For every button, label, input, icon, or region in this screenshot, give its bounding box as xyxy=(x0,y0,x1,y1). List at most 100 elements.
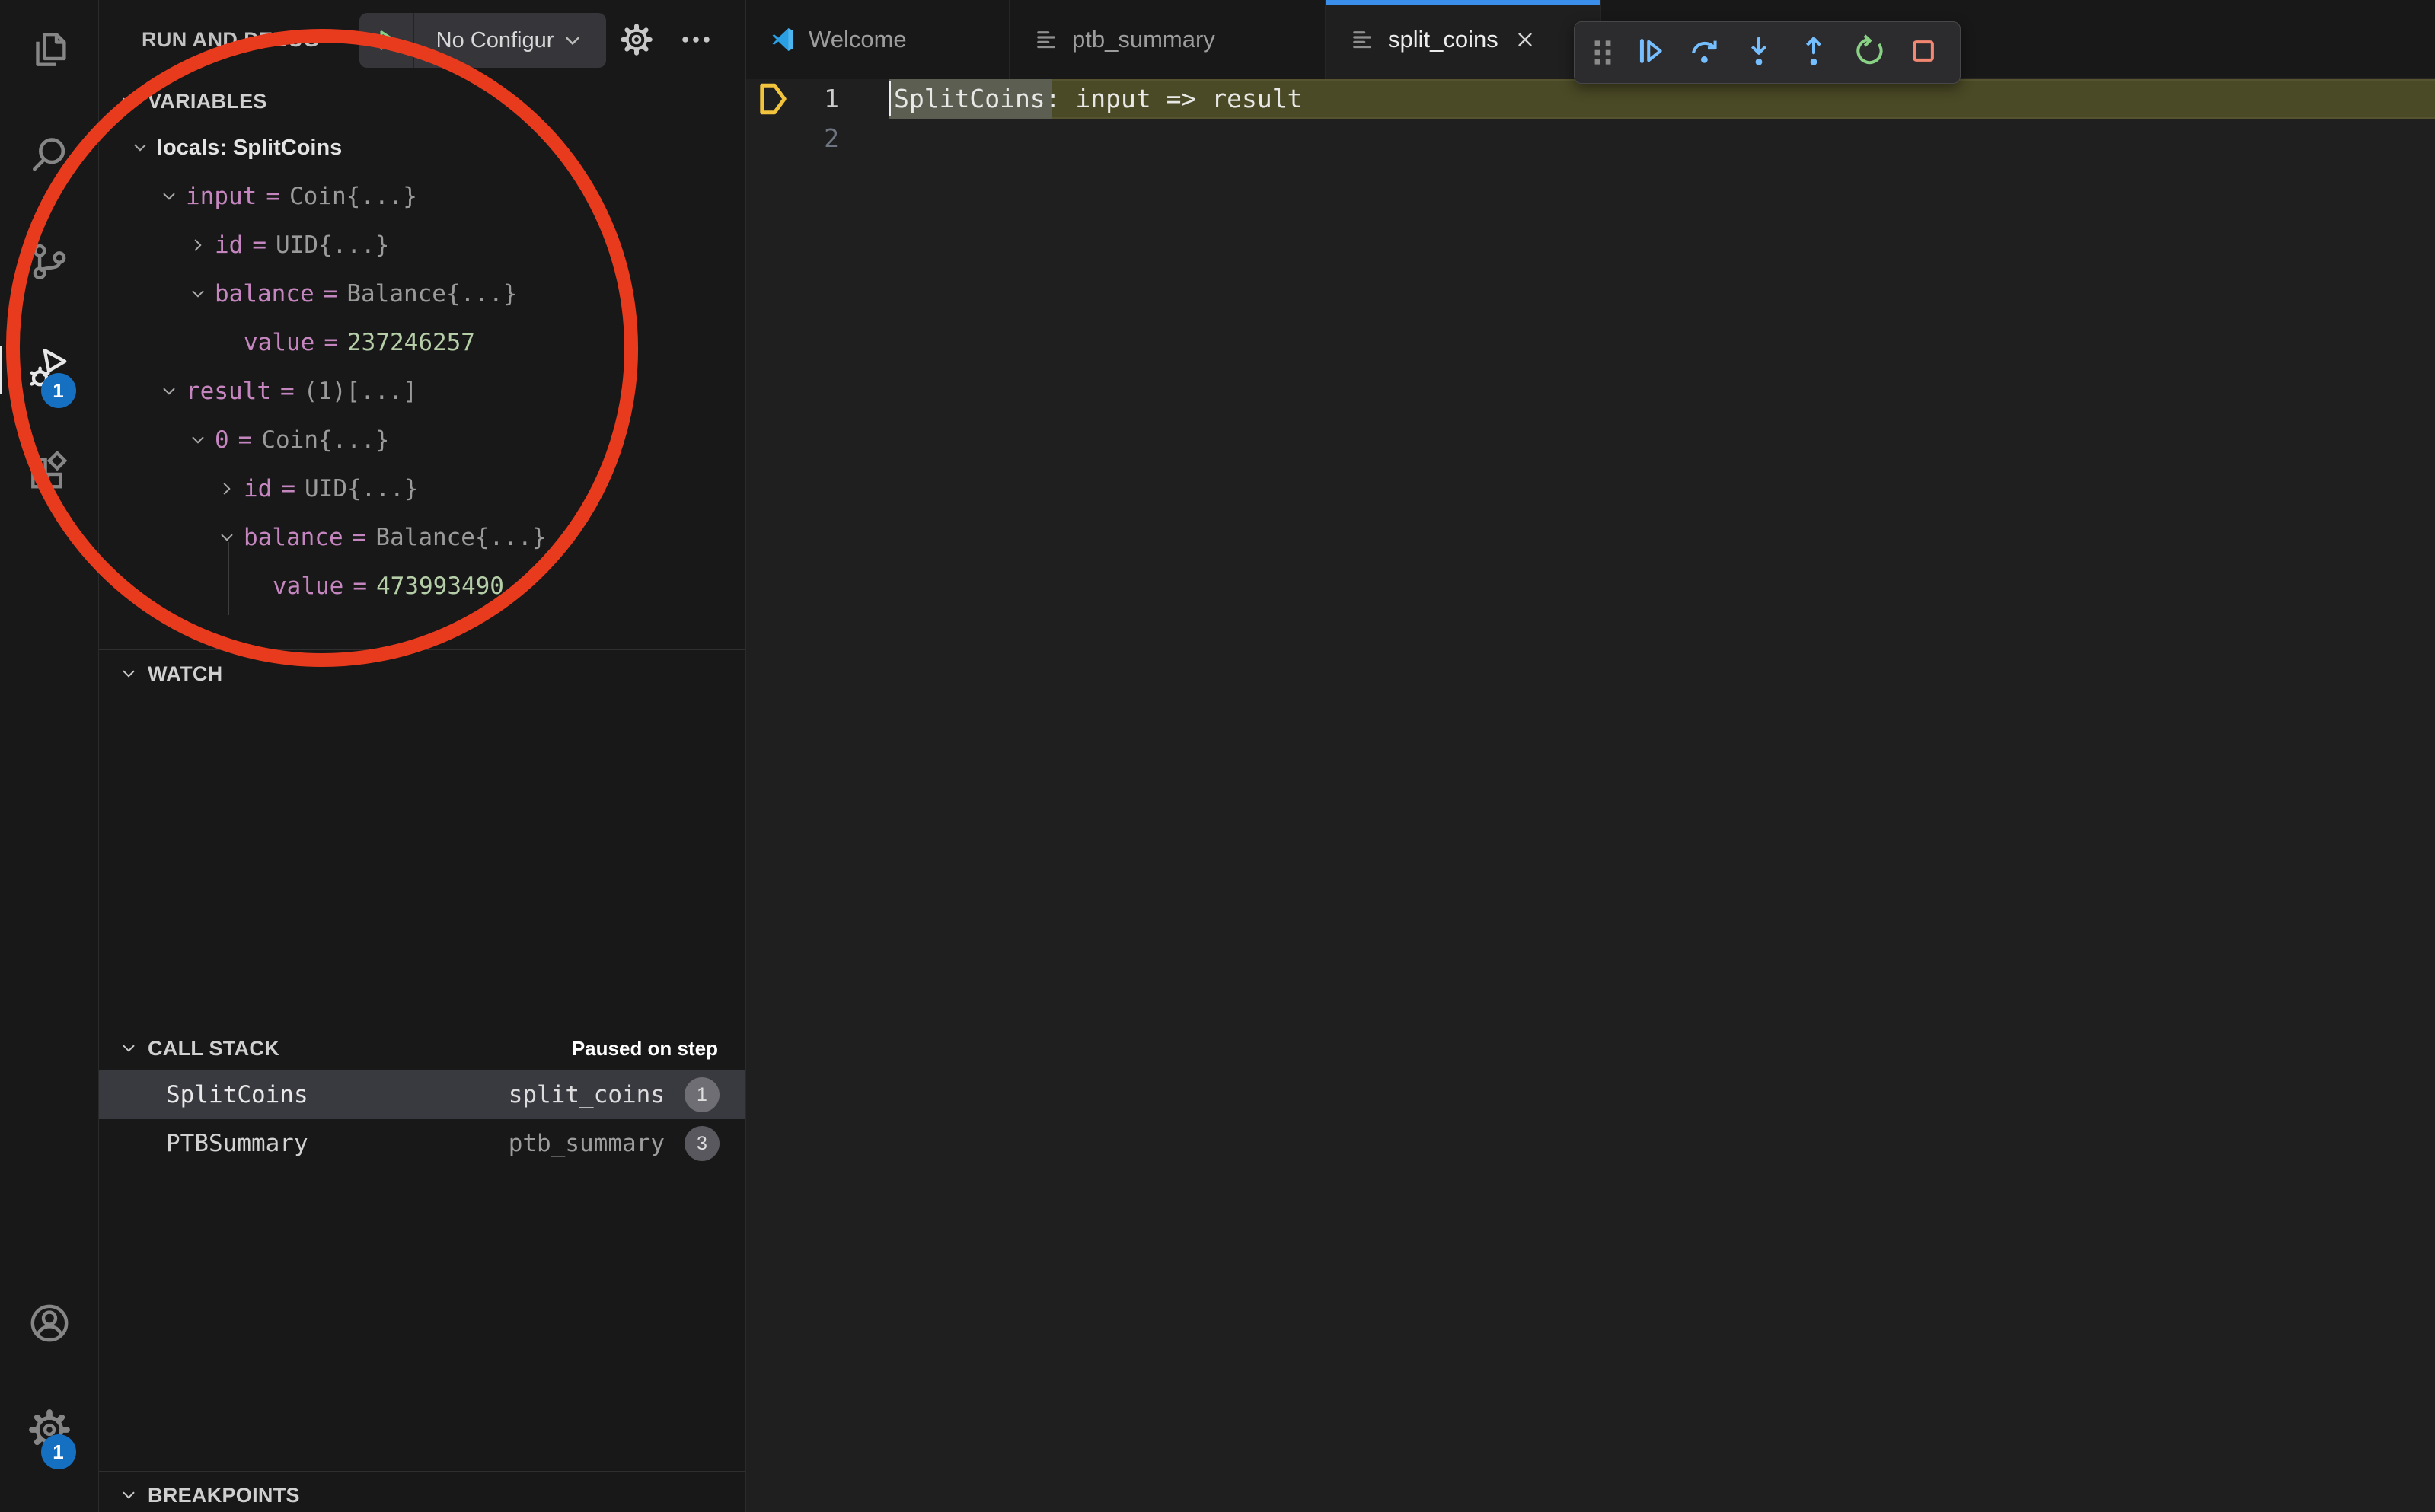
step-into-button[interactable] xyxy=(1734,28,1783,77)
sidebar-item-source-control[interactable] xyxy=(0,225,99,301)
frame-file: ptb_summary xyxy=(509,1130,665,1157)
sidebar-item-extensions[interactable] xyxy=(0,439,99,515)
variable-row-id[interactable]: id=UID{...} xyxy=(99,221,745,270)
breakpoints-section-label: BREAKPOINTS xyxy=(148,1484,300,1507)
chevron-down-icon[interactable] xyxy=(213,528,241,547)
variable-name: 0 xyxy=(215,426,229,454)
call-stack-frame-splitcoins[interactable]: SplitCoins split_coins 1 xyxy=(99,1070,745,1119)
config-dropdown-label: No Configur xyxy=(436,28,554,53)
sidebar-item-settings[interactable]: 1 xyxy=(0,1393,99,1469)
breakpoints-section-header[interactable]: BREAKPOINTS xyxy=(99,1472,745,1512)
chevron-down-icon[interactable] xyxy=(184,284,212,304)
equals-sign: = xyxy=(324,280,338,308)
extensions-icon xyxy=(26,451,73,502)
scope-label: locals: SplitCoins xyxy=(157,136,342,161)
toolbar-drag-handle[interactable] xyxy=(1590,33,1616,72)
continue-button[interactable] xyxy=(1625,28,1674,77)
tab-label: split_coins xyxy=(1388,26,1498,53)
tab-welcome[interactable]: Welcome xyxy=(746,0,1010,79)
chevron-down-icon[interactable] xyxy=(126,138,154,158)
sidebar-header: RUN AND DEBUG No Configur xyxy=(99,0,745,79)
close-icon[interactable] xyxy=(1514,28,1537,51)
code-line-2: 2 xyxy=(746,119,2435,158)
equals-sign: = xyxy=(266,183,280,210)
variable-row-value[interactable]: value=237246257 xyxy=(99,318,745,367)
gripper-icon xyxy=(1590,33,1616,72)
chevron-down-icon[interactable] xyxy=(184,430,212,450)
text-cursor xyxy=(889,81,891,116)
chevron-down-icon[interactable] xyxy=(155,187,183,206)
variable-value: Coin{...} xyxy=(261,426,389,454)
code-text: SplitCoins: input => result xyxy=(894,79,1302,119)
frame-name: PTBSummary xyxy=(166,1130,308,1157)
variable-row-balance[interactable]: balance=Balance{...} xyxy=(99,270,745,318)
chevron-down-icon[interactable] xyxy=(155,381,183,401)
code-word-splitcoins: SplitCoins xyxy=(894,84,1045,113)
tab-split_coins[interactable]: split_coins xyxy=(1326,0,1601,79)
variable-row-locals-splitcoins[interactable]: locals: SplitCoins xyxy=(99,123,745,172)
list-file-icon xyxy=(1032,26,1060,53)
debug-toolbar xyxy=(1574,21,1961,84)
variable-name: input xyxy=(186,183,257,210)
variable-row-balance[interactable]: balance=Balance{...} xyxy=(99,513,745,562)
equals-sign: = xyxy=(238,426,253,454)
frame-name: SplitCoins xyxy=(166,1081,308,1108)
equals-sign: = xyxy=(353,573,367,600)
line-number: 2 xyxy=(746,119,839,158)
chevron-down-icon xyxy=(119,664,139,684)
variable-row-input[interactable]: input=Coin{...} xyxy=(99,172,745,221)
code-rest: : input => result xyxy=(1045,84,1303,113)
list-file-icon xyxy=(1348,26,1376,53)
chevron-right-icon[interactable] xyxy=(184,235,212,255)
step-out-button[interactable] xyxy=(1789,28,1838,77)
step-into-icon xyxy=(1741,33,1776,72)
variables-section-header[interactable]: VARIABLES xyxy=(99,79,745,123)
sidebar-item-search[interactable] xyxy=(0,119,99,195)
variable-value: UID{...} xyxy=(305,475,418,502)
views-more-actions-button[interactable] xyxy=(678,0,714,79)
variable-name: result xyxy=(186,378,271,405)
frame-file: split_coins xyxy=(509,1081,665,1108)
account-icon xyxy=(26,1300,73,1351)
stop-button[interactable] xyxy=(1899,28,1948,77)
debug-toolbar-buttons xyxy=(1625,28,1948,77)
sidebar-item-run-and-debug[interactable]: 1 xyxy=(0,332,99,408)
equals-sign: = xyxy=(252,231,266,259)
code-editor[interactable]: 1 SplitCoins: input => result 2 xyxy=(746,79,2435,1512)
activity-bar-bottom: 1 xyxy=(0,1287,99,1512)
config-dropdown[interactable]: No Configur xyxy=(414,28,606,53)
variable-row-result[interactable]: result=(1)[...] xyxy=(99,367,745,416)
watch-section: WATCH xyxy=(99,649,745,1026)
equals-sign: = xyxy=(280,378,295,405)
variable-name: balance xyxy=(244,524,343,551)
source-control-icon xyxy=(26,238,73,289)
chevron-down-icon xyxy=(119,91,139,111)
step-over-button[interactable] xyxy=(1680,28,1728,77)
start-debugging-button[interactable] xyxy=(359,13,414,68)
run-and-debug-sidebar: RUN AND DEBUG No Configur xyxy=(99,0,746,1512)
call-stack-section-header[interactable]: CALL STACK Paused on step xyxy=(99,1026,745,1070)
call-stack-section-label: CALL STACK xyxy=(148,1037,279,1061)
variable-row-value[interactable]: value=473993490 xyxy=(99,562,745,611)
breakpoints-section: BREAKPOINTS xyxy=(99,1471,745,1512)
debug-settings-button[interactable] xyxy=(618,0,655,79)
ellipsis-icon xyxy=(678,21,714,58)
variables-section: VARIABLES locals: SplitCoins input = Coin{.… xyxy=(99,79,745,649)
frame-line-badge: 1 xyxy=(685,1077,720,1112)
sidebar-item-accounts[interactable] xyxy=(0,1287,99,1363)
tab-ptb_summary[interactable]: ptb_summary xyxy=(1010,0,1326,79)
sidebar-item-explorer[interactable] xyxy=(0,12,99,88)
frame-line-badge: 3 xyxy=(685,1126,720,1161)
variable-value: 237246257 xyxy=(347,329,475,356)
call-stack-frame-ptbsummary[interactable]: PTBSummary ptb_summary 3 xyxy=(99,1119,745,1168)
equals-sign: = xyxy=(281,475,295,502)
settings-badge: 1 xyxy=(41,1434,76,1469)
variable-row-0[interactable]: 0 = Coin{...} xyxy=(99,416,745,464)
chevron-down-icon xyxy=(119,1485,139,1505)
vscode-window: 1 1 RUN AND DEBUG No Configur xyxy=(0,0,2435,1512)
activity-bar-top: 1 xyxy=(0,12,99,545)
watch-section-header[interactable]: WATCH xyxy=(99,650,745,697)
restart-button[interactable] xyxy=(1844,28,1893,77)
variable-row-id[interactable]: id=UID{...} xyxy=(99,464,745,513)
chevron-right-icon[interactable] xyxy=(213,479,241,499)
